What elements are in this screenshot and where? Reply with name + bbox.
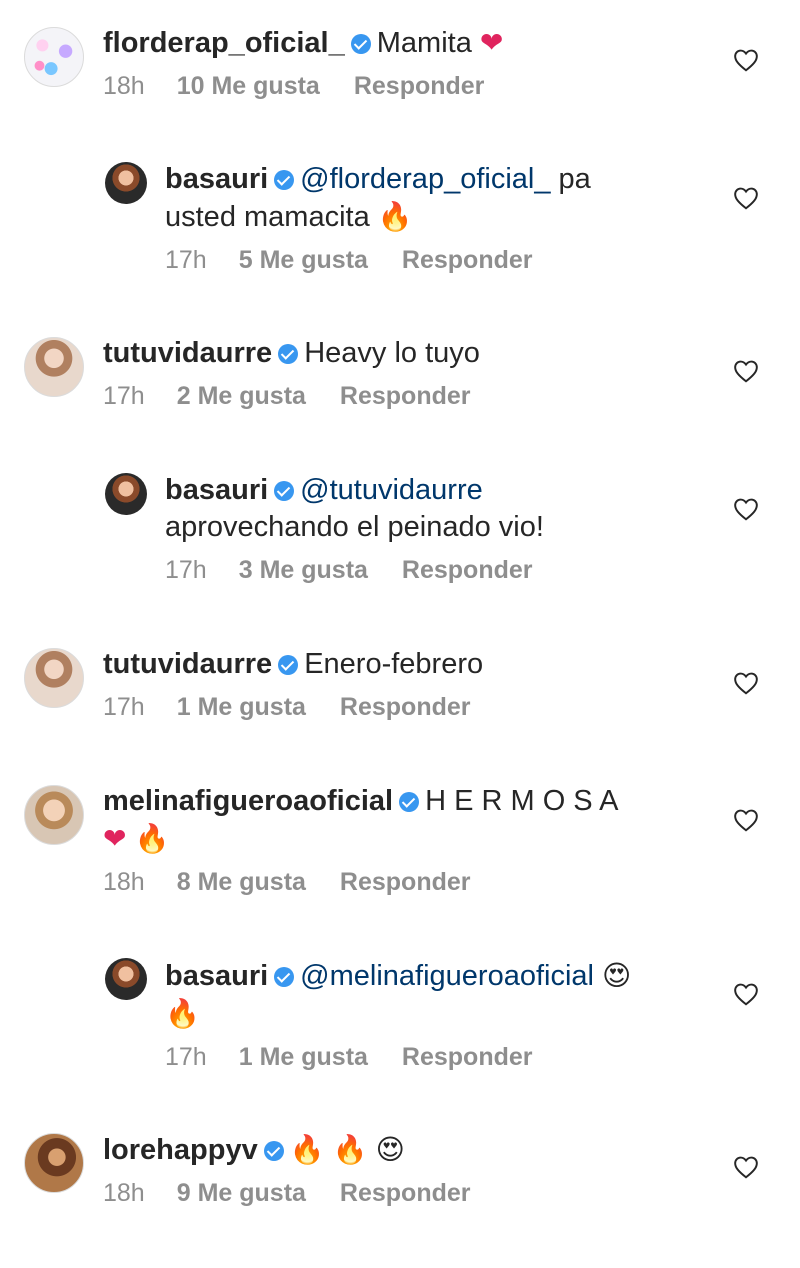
comment-message: Enero-febrero <box>304 648 484 680</box>
heart-outline-icon[interactable] <box>733 497 759 521</box>
heart-outline-icon[interactable] <box>733 671 759 695</box>
timestamp[interactable]: 17h <box>103 380 145 412</box>
timestamp[interactable]: 18h <box>103 1177 145 1209</box>
avatar[interactable] <box>24 785 84 845</box>
timestamp[interactable]: 18h <box>103 70 145 102</box>
heart-outline-icon[interactable] <box>733 808 759 832</box>
heart-outline-icon[interactable] <box>733 982 759 1006</box>
comment-body: tutuvidaurre Heavy lo tuyo 17h 2 Me gusta… <box>103 335 703 412</box>
comment-meta: 17h 1 Me gusta Responder <box>103 691 703 723</box>
like-count[interactable]: 8 Me gusta <box>177 866 306 898</box>
timestamp[interactable]: 17h <box>165 244 207 276</box>
verified-badge-icon <box>399 792 420 812</box>
comment-text: florderap_oficial_ Mamita ❤ <box>103 24 703 62</box>
avatar[interactable] <box>24 1133 84 1193</box>
reply-button[interactable]: Responder <box>354 70 485 102</box>
comment-body: florderap_oficial_ Mamita ❤ 18h 10 Me gus… <box>103 24 703 102</box>
avatar[interactable] <box>24 648 84 708</box>
comment-body: basauri @florderap_oficial_ pa usted mama… <box>165 161 705 276</box>
comment-message: H E R M O S A <box>425 785 619 817</box>
comment-meta: 17h 5 Me gusta Responder <box>165 244 705 276</box>
timestamp[interactable]: 17h <box>165 1041 207 1073</box>
comment-text: lorehappyv 🔥 🔥 😍 <box>103 1131 703 1169</box>
reply-button[interactable]: Responder <box>402 244 533 276</box>
like-count[interactable]: 9 Me gusta <box>177 1177 306 1209</box>
comment-text: tutuvidaurre Enero-febrero <box>103 646 703 683</box>
heart-emoji: ❤ <box>479 26 504 59</box>
reply-button[interactable]: Responder <box>402 554 533 586</box>
comment-body: basauri @melinafigueroaoficial 😍 🔥 17h 1 … <box>165 957 705 1073</box>
like-count[interactable]: 1 Me gusta <box>239 1041 368 1073</box>
avatar[interactable] <box>24 337 84 397</box>
heart-outline-icon[interactable] <box>733 359 759 383</box>
heart-outline-icon[interactable] <box>733 48 759 72</box>
mention-link[interactable]: @tutuvidaurre <box>300 474 483 506</box>
comment-body: tutuvidaurre Enero-febrero 17h 1 Me gusta… <box>103 646 703 723</box>
comment-text: melinafigueroaoficial H E R M O S A ❤ 🔥 <box>103 783 703 858</box>
comment-text: basauri @florderap_oficial_ pa usted mama… <box>165 161 705 236</box>
verified-badge-icon <box>278 655 299 675</box>
verified-badge-icon <box>274 170 295 190</box>
mention-link[interactable]: @melinafigueroaoficial <box>300 960 594 992</box>
like-count[interactable]: 10 Me gusta <box>177 70 320 102</box>
comment-message: aprovechando el peinado vio! <box>165 511 544 543</box>
mention-link[interactable]: @florderap_oficial_ <box>300 163 550 195</box>
heart-eyes-emoji: 😍 <box>602 959 632 992</box>
comment-meta: 18h 8 Me gusta Responder <box>103 866 703 898</box>
comment-meta: 17h 1 Me gusta Responder <box>165 1041 705 1073</box>
verified-badge-icon <box>350 34 371 54</box>
avatar[interactable] <box>105 473 147 515</box>
timestamp[interactable]: 17h <box>165 554 207 586</box>
like-count[interactable]: 5 Me gusta <box>239 244 368 276</box>
reply-button[interactable]: Responder <box>340 380 471 412</box>
timestamp[interactable]: 18h <box>103 866 145 898</box>
username[interactable]: basauri <box>165 474 268 506</box>
username[interactable]: basauri <box>165 163 268 195</box>
reply-button[interactable]: Responder <box>340 866 471 898</box>
username[interactable]: tutuvidaurre <box>103 648 272 680</box>
username[interactable]: basauri <box>165 960 268 992</box>
comment-meta: 18h 9 Me gusta Responder <box>103 1177 703 1209</box>
fire-emoji: 🔥 <box>165 997 200 1030</box>
comment-text: basauri @tutuvidaurre aprovechando el pei… <box>165 472 705 546</box>
avatar[interactable] <box>105 162 147 204</box>
verified-badge-icon <box>274 481 295 501</box>
comment-text: basauri @melinafigueroaoficial 😍 🔥 <box>165 957 705 1033</box>
fire-emoji: 🔥 <box>289 1133 325 1166</box>
heart-emoji: ❤ <box>103 822 127 855</box>
comment-body: basauri @tutuvidaurre aprovechando el pei… <box>165 472 705 586</box>
avatar[interactable] <box>105 958 147 1000</box>
comment-body: lorehappyv 🔥 🔥 😍 18h 9 Me gusta Responder <box>103 1131 703 1209</box>
fire-emoji: 🔥 <box>377 200 413 233</box>
username[interactable]: florderap_oficial_ <box>103 27 345 59</box>
comment-message-line2: usted mamacita <box>165 201 370 233</box>
heart-outline-icon[interactable] <box>733 186 759 210</box>
timestamp[interactable]: 17h <box>103 691 145 723</box>
username[interactable]: tutuvidaurre <box>103 337 272 369</box>
comment-meta: 18h 10 Me gusta Responder <box>103 70 703 102</box>
like-count[interactable]: 3 Me gusta <box>239 554 368 586</box>
username[interactable]: melinafigueroaoficial <box>103 785 393 817</box>
avatar[interactable] <box>24 27 84 87</box>
like-count[interactable]: 2 Me gusta <box>177 380 306 412</box>
verified-badge-icon <box>263 1141 284 1161</box>
heart-outline-icon[interactable] <box>733 1155 759 1179</box>
comment-body: melinafigueroaoficial H E R M O S A ❤ 🔥 1… <box>103 783 703 898</box>
verified-badge-icon <box>278 344 299 364</box>
username[interactable]: lorehappyv <box>103 1134 258 1166</box>
verified-badge-icon <box>274 967 295 987</box>
comment-meta: 17h 3 Me gusta Responder <box>165 554 705 586</box>
comment-text: tutuvidaurre Heavy lo tuyo <box>103 335 703 372</box>
reply-button[interactable]: Responder <box>340 1177 471 1209</box>
reply-button[interactable]: Responder <box>402 1041 533 1073</box>
reply-button[interactable]: Responder <box>340 691 471 723</box>
comment-message: Mamita <box>376 27 472 59</box>
heart-eyes-emoji: 😍 <box>375 1133 405 1166</box>
comment-message: Heavy lo tuyo <box>304 337 480 369</box>
fire-emoji: 🔥 <box>332 1133 368 1166</box>
comment-meta: 17h 2 Me gusta Responder <box>103 380 703 412</box>
fire-emoji: 🔥 <box>134 822 170 855</box>
like-count[interactable]: 1 Me gusta <box>177 691 306 723</box>
comment-message: pa <box>558 163 591 195</box>
